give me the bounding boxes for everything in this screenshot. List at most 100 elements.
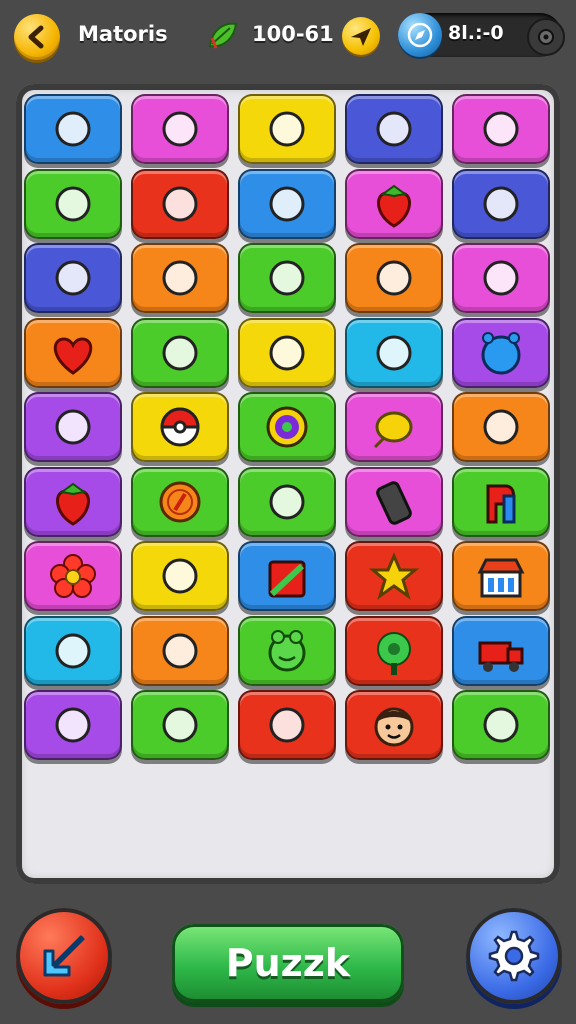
tile-r5-c2[interactable] [131, 392, 229, 462]
frog-icon [268, 629, 306, 671]
tile-r6-c3[interactable] [238, 466, 336, 537]
tile-r9-c5[interactable] [452, 690, 550, 760]
tile-r9-c1[interactable] [24, 690, 122, 760]
tile-r8-c3[interactable] [238, 615, 336, 686]
tile-r3-c3[interactable] [238, 243, 336, 313]
tile-r1-c5[interactable] [452, 94, 550, 164]
lamp-icon [162, 707, 198, 743]
bread-icon [55, 111, 91, 147]
tile-r6-c2[interactable] [131, 466, 229, 537]
corn-icon [269, 484, 305, 519]
tile-r8-c1[interactable] [24, 615, 122, 686]
tile-r4-c5[interactable] [452, 317, 550, 388]
coin-icon [159, 481, 201, 522]
score-value: 100-61 [252, 22, 334, 46]
arrow-down-left-icon [43, 935, 85, 977]
tile-r9-c3[interactable] [238, 690, 336, 760]
tile-r3-c2[interactable] [131, 243, 229, 313]
shop-icon [477, 558, 525, 598]
tile-r6-c1[interactable] [24, 466, 122, 537]
plane-icon [351, 28, 371, 46]
back-button[interactable] [14, 14, 60, 60]
game-title: Matoris [78, 22, 168, 46]
tile-r5-c3[interactable] [238, 392, 336, 462]
settings-button[interactable] [466, 908, 562, 1004]
shell-icon [55, 260, 91, 296]
tile-r9-c2[interactable] [131, 690, 229, 760]
tile-r4-c4[interactable] [345, 317, 443, 388]
paintbrush-icon [162, 335, 198, 370]
tile-r8-c4[interactable] [345, 615, 443, 686]
tile-r2-c1[interactable] [24, 168, 122, 239]
tile-r1-c1[interactable] [24, 94, 122, 164]
leaf-icon [162, 186, 198, 221]
tile-r1-c4[interactable] [345, 94, 443, 164]
tile-r2-c2[interactable] [131, 168, 229, 239]
top-bar: Matoris 100-61 8l.:-0 [0, 0, 576, 72]
tile-r3-c1[interactable] [24, 243, 122, 313]
tile-r6-c5[interactable] [452, 466, 550, 537]
tile-r8-c2[interactable] [131, 615, 229, 686]
tile-r7-c2[interactable] [131, 541, 229, 611]
tile-r7-c1[interactable] [24, 541, 122, 611]
pokeball-icon [160, 407, 200, 447]
hint-button[interactable] [16, 908, 112, 1004]
tile-r4-c2[interactable] [131, 317, 229, 388]
lemon-drop-icon [55, 633, 91, 668]
tile-r5-c5[interactable] [452, 392, 550, 462]
tile-r2-c4[interactable] [345, 168, 443, 239]
tile-r5-c4[interactable] [345, 392, 443, 462]
carrot-icon [269, 111, 305, 147]
gear-icon [538, 29, 554, 45]
menu-button[interactable] [527, 18, 565, 56]
tile-r7-c5[interactable] [452, 541, 550, 611]
chevron-left-icon [28, 25, 44, 49]
tile-r7-c4[interactable] [345, 541, 443, 611]
truck-icon [478, 641, 524, 672]
chick-icon [162, 260, 198, 296]
tile-r2-c3[interactable] [238, 168, 336, 239]
radish-icon [269, 186, 305, 221]
strawberry-icon [55, 482, 91, 526]
tile-r8-c5[interactable] [452, 615, 550, 686]
tile-r6-c4[interactable] [345, 466, 443, 537]
face-icon [374, 707, 414, 747]
game-board [16, 84, 560, 884]
plane-button[interactable] [342, 17, 380, 55]
spinning-top-icon [55, 707, 91, 743]
tile-r5-c1[interactable] [24, 392, 122, 462]
crayon-icon [55, 409, 91, 445]
tile-r3-c4[interactable] [345, 243, 443, 313]
gear-flower-icon [377, 631, 411, 675]
bird-icon [483, 409, 519, 445]
leaf-icon [208, 22, 238, 49]
cucumber-icon [376, 260, 412, 296]
paint-tube-icon [483, 260, 519, 296]
tile-r4-c3[interactable] [238, 317, 336, 388]
battery-icon [269, 260, 305, 296]
meat-icon [162, 111, 198, 147]
counter-value: 8l.:-0 [448, 22, 504, 44]
bear-ball-icon [481, 331, 521, 374]
orange-fruit-icon [376, 335, 412, 370]
tile-r4-c1[interactable] [24, 317, 122, 388]
play-button[interactable]: Puzzk [172, 924, 404, 1002]
lemon-icon [373, 411, 413, 449]
flower-icon [50, 554, 96, 598]
compass-icon [407, 22, 433, 48]
tile-r1-c3[interactable] [238, 94, 336, 164]
letter-p-icon [486, 484, 516, 523]
compass-button[interactable] [398, 13, 442, 57]
pinecone-icon [55, 186, 91, 221]
tile-r1-c2[interactable] [131, 94, 229, 164]
tile-r2-c5[interactable] [452, 168, 550, 239]
star-face-icon [368, 552, 420, 600]
drum-icon [483, 111, 519, 147]
heart-icon [53, 336, 93, 375]
card-icon [376, 111, 412, 147]
tile-r9-c4[interactable] [345, 690, 443, 760]
phone-icon [376, 480, 412, 525]
tile-r3-c5[interactable] [452, 243, 550, 313]
tile-r7-c3[interactable] [238, 541, 336, 611]
strawberry-icon [376, 184, 412, 228]
